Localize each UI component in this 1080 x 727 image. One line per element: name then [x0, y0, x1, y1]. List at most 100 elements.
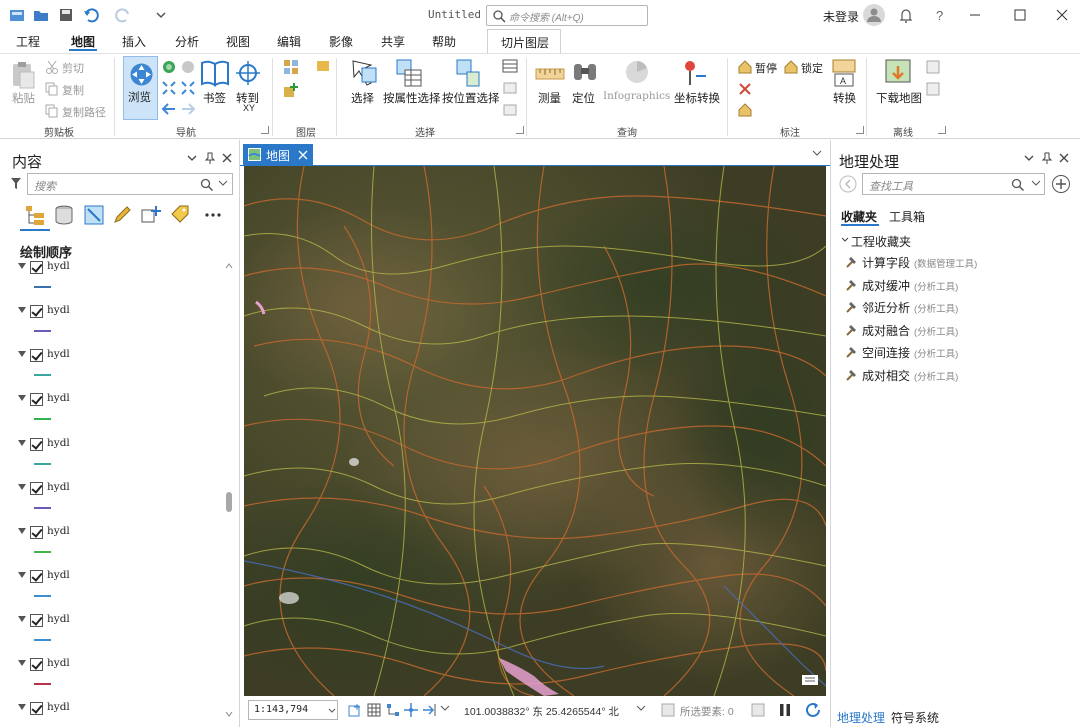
expand-arrow-icon[interactable] — [18, 395, 26, 401]
basemap-icon[interactable] — [283, 59, 299, 75]
layer-line-symbol[interactable] — [34, 639, 51, 641]
goto-xy-icon[interactable] — [235, 59, 261, 87]
command-search-input[interactable]: 命令搜索 (Alt+Q) — [486, 5, 648, 26]
fixed-zoom-in-icon[interactable] — [161, 80, 177, 96]
close-pane-icon[interactable] — [221, 152, 233, 164]
open-folder-icon[interactable] — [32, 6, 50, 24]
tab-share[interactable]: 共享 — [381, 33, 405, 50]
bookmarks-label[interactable]: 书签 — [203, 90, 226, 106]
new-project-icon[interactable] — [8, 6, 26, 24]
refresh-icon[interactable] — [804, 701, 822, 719]
infographics-label[interactable]: Infographics — [603, 90, 670, 102]
layer-visibility-checkbox[interactable] — [30, 305, 43, 318]
labeling-launcher-icon[interactable] — [856, 126, 864, 134]
expand-arrow-icon[interactable] — [18, 263, 26, 269]
tab-view[interactable]: 视图 — [226, 33, 250, 50]
add-graphics-layer-icon[interactable] — [316, 59, 330, 73]
close-icon[interactable] — [1052, 5, 1072, 25]
tab-tile-layer[interactable]: 切片图层 — [487, 29, 561, 53]
map-canvas[interactable] — [244, 166, 826, 696]
help-icon[interactable]: ? — [930, 5, 950, 25]
paste-icon[interactable] — [10, 60, 36, 90]
filter-icon[interactable] — [10, 177, 22, 191]
coordinate-tool-icon[interactable] — [403, 702, 419, 718]
clear-labels-icon[interactable] — [737, 81, 753, 97]
lock-labels-icon[interactable] — [783, 59, 799, 75]
tab-geoprocessing[interactable]: 地理处理 — [837, 709, 885, 726]
grid-icon[interactable] — [366, 702, 382, 718]
expand-arrow-icon[interactable] — [18, 572, 26, 578]
expand-arrow-icon[interactable] — [18, 484, 26, 490]
fixed-scale-icon[interactable] — [347, 702, 363, 718]
sign-in-status[interactable]: 未登录 — [823, 8, 859, 25]
copy-path-label[interactable]: 复制路径 — [62, 104, 106, 120]
sync-icon[interactable] — [925, 59, 941, 75]
previous-extent-icon[interactable] — [161, 101, 177, 117]
cut-icon[interactable] — [45, 60, 59, 74]
select-by-attributes-icon[interactable] — [395, 58, 423, 88]
maximize-icon[interactable] — [1010, 5, 1030, 25]
table-icon[interactable] — [750, 702, 766, 718]
back-arrow-icon[interactable] — [839, 175, 857, 193]
convert-coordinates-label[interactable]: 坐标转换 — [674, 90, 720, 106]
list-by-snapping-icon[interactable] — [140, 204, 162, 226]
measure-label[interactable]: 测量 — [538, 90, 561, 106]
add-tool-icon[interactable] — [1051, 174, 1071, 194]
notifications-bell-icon[interactable] — [896, 5, 916, 25]
layer-line-symbol[interactable] — [34, 286, 51, 288]
view-unplaced-icon[interactable] — [737, 102, 757, 118]
copy-label[interactable]: 复制 — [62, 82, 84, 98]
find-tools-input[interactable]: 查找工具 — [862, 173, 1045, 195]
chevron-down-icon[interactable] — [1031, 180, 1041, 188]
clear-selection-icon[interactable] — [502, 81, 518, 95]
tab-imagery[interactable]: 影像 — [329, 33, 353, 50]
layer-line-symbol[interactable] — [34, 595, 51, 597]
close-tab-icon[interactable] — [298, 150, 308, 160]
select-by-location-label[interactable]: 按位置选择 — [442, 90, 500, 106]
full-extent-icon[interactable] — [161, 59, 177, 75]
list-by-source-icon[interactable] — [53, 204, 75, 226]
minimize-icon[interactable] — [965, 5, 985, 25]
infographics-icon[interactable] — [622, 58, 652, 86]
snapping-icon[interactable] — [385, 702, 401, 718]
download-map-label[interactable]: 下载地图 — [876, 90, 922, 106]
save-icon[interactable] — [57, 6, 75, 24]
expand-arrow-icon[interactable] — [18, 440, 26, 446]
tab-toolboxes[interactable]: 工具箱 — [889, 208, 925, 225]
download-map-icon[interactable] — [884, 58, 912, 88]
layer-line-symbol[interactable] — [34, 418, 51, 420]
tab-help[interactable]: 帮助 — [432, 33, 456, 50]
expand-arrow-icon[interactable] — [18, 351, 26, 357]
pane-options-icon[interactable] — [186, 152, 198, 164]
expand-arrow-icon[interactable] — [18, 660, 26, 666]
layer-visibility-checkbox[interactable] — [30, 349, 43, 362]
pin-icon[interactable] — [1041, 152, 1053, 164]
fixed-zoom-out-icon[interactable] — [180, 80, 196, 96]
chevron-down-icon[interactable] — [636, 705, 646, 713]
tab-symbology[interactable]: 符号系统 — [891, 709, 939, 726]
pause-drawing-icon[interactable] — [777, 702, 793, 718]
pause-label[interactable]: 暂停 — [755, 60, 777, 76]
attributes-icon[interactable] — [502, 59, 518, 73]
list-by-editing-icon[interactable] — [111, 204, 133, 226]
select-label[interactable]: 选择 — [351, 90, 374, 106]
undo-icon[interactable] — [82, 6, 100, 24]
zoom-tool-icon[interactable] — [180, 59, 196, 75]
convert-label[interactable]: 转换 — [833, 90, 856, 106]
bookmarks-icon[interactable] — [200, 59, 230, 87]
pane-options-icon[interactable] — [1023, 152, 1035, 164]
layer-visibility-checkbox[interactable] — [30, 438, 43, 451]
selection-launcher-icon[interactable] — [516, 126, 524, 134]
expand-arrow-icon[interactable] — [18, 616, 26, 622]
layer-line-symbol[interactable] — [34, 463, 51, 465]
project-favorites-section[interactable]: 工程收藏夹 — [839, 233, 1039, 249]
contents-scrollbar[interactable] — [224, 260, 234, 720]
locate-icon[interactable] — [571, 58, 599, 86]
redo-icon[interactable] — [114, 6, 132, 24]
expand-arrow-icon[interactable] — [18, 528, 26, 534]
tab-favorites[interactable]: 收藏夹 — [841, 208, 877, 225]
offline-launcher-icon[interactable] — [938, 126, 946, 134]
layer-visibility-checkbox[interactable] — [30, 614, 43, 627]
list-by-selection-icon[interactable] — [83, 204, 105, 226]
scale-selector[interactable]: 1:143,794 — [248, 700, 338, 720]
